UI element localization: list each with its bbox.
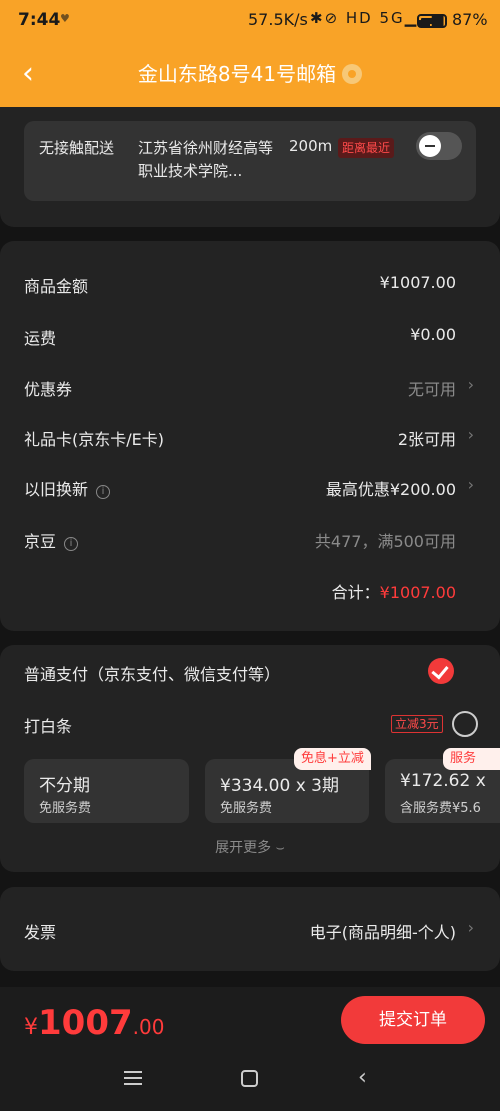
contactless-toggle[interactable] xyxy=(416,132,462,160)
battery-percent: 87% xyxy=(452,10,488,29)
menu-icon[interactable] xyxy=(124,1071,142,1085)
contactless-label: 无接触配送 xyxy=(39,139,115,157)
installment-option-none[interactable]: 不分期 免服务费 xyxy=(24,759,189,823)
row-jingdou: 京豆 i 共477，满500可用 xyxy=(24,532,456,551)
chevron-right-icon: › xyxy=(467,425,474,444)
row-gift-card[interactable]: 礼品卡(京东卡/E卡) 2张可用 › xyxy=(24,422,476,452)
chevron-right-icon: › xyxy=(467,918,474,937)
submit-order-button[interactable]: 提交订单 xyxy=(341,996,485,1044)
chevron-right-icon: › xyxy=(467,475,474,494)
delivery-card: 无接触配送 江苏省徐州财经高等职业技术学院... 200m 距离最近 xyxy=(0,107,500,227)
info-icon[interactable]: i xyxy=(64,537,79,551)
home-icon[interactable] xyxy=(241,1070,258,1087)
footer-price: ¥1007.00 xyxy=(24,1003,165,1043)
heart-icon: ♥ xyxy=(60,12,70,25)
selected-check-icon[interactable] xyxy=(428,658,454,684)
network-speed: 57.5K/s xyxy=(248,10,308,29)
delivery-address: 江苏省徐州财经高等职业技术学院... xyxy=(138,139,274,180)
row-shipping: 运费 ¥0.00 xyxy=(24,325,456,348)
chevron-right-icon: › xyxy=(467,375,474,394)
row-trade-in[interactable]: 以旧换新 i 最高优惠¥200.00 › xyxy=(24,472,476,502)
battery-icon xyxy=(417,14,447,28)
summary-card: 商品金额 ¥1007.00 运费 ¥0.00 优惠券 无可用 › 礼品卡(京东卡… xyxy=(0,241,500,631)
info-icon[interactable]: i xyxy=(96,485,111,499)
invoice-card: 发票 电子(商品明细-个人) › xyxy=(0,887,500,971)
baitiao-radio[interactable] xyxy=(452,711,478,737)
nearest-badge: 距离最近 xyxy=(338,138,395,158)
page-header: ‹ 金山东路8号41号邮箱 xyxy=(0,40,500,107)
row-coupon[interactable]: 优惠券 无可用 › xyxy=(24,372,476,402)
system-nav-bar: ‹ xyxy=(0,1051,500,1111)
back-icon[interactable]: ‹ xyxy=(358,1065,367,1090)
discount-badge: 立减3元 xyxy=(391,715,443,733)
normal-payment-option[interactable]: 普通支付（京东支付、微信支付等） xyxy=(24,657,476,687)
page-title[interactable]: 金山东路8号41号邮箱 xyxy=(0,58,500,87)
invoice-row[interactable]: 发票 电子(商品明细-个人) › xyxy=(24,915,476,945)
service-fee-tag: 服务 xyxy=(443,748,500,770)
contactless-delivery: 无接触配送 江苏省徐州财经高等职业技术学院... 200m 距离最近 xyxy=(24,121,476,201)
expand-more-button[interactable]: 展开更多 ⌣ xyxy=(0,837,500,857)
status-time: 7:44 xyxy=(18,10,61,30)
row-goods-amount: 商品金额 ¥1007.00 xyxy=(24,273,456,296)
delivery-distance: 200m xyxy=(289,137,333,155)
interest-free-tag: 免息+立减 xyxy=(294,748,371,770)
status-bar: 7:44 ♥ 57.5K/s ✱⊘ HD 5G▁▃▅ 87% xyxy=(0,0,500,40)
location-icon xyxy=(342,64,363,84)
order-total: 合计：¥1007.00 xyxy=(331,583,456,602)
